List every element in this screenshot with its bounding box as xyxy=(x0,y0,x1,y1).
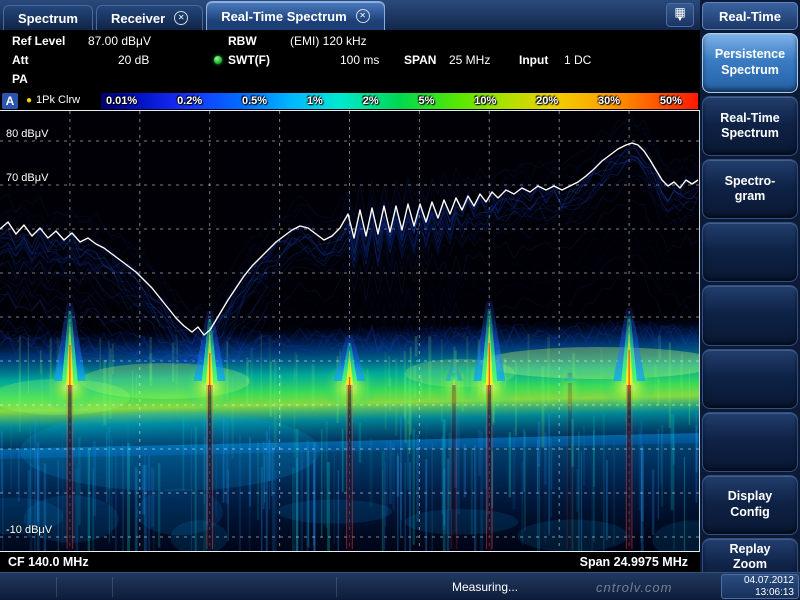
tab-label: Receiver xyxy=(111,11,165,26)
tab-label: Real-Time Spectrum xyxy=(221,9,346,24)
chevron-down-icon: ▼ xyxy=(677,17,684,22)
status-message: Measuring... xyxy=(452,580,518,594)
center-frequency-readout: CF 140.0 MHz xyxy=(8,552,89,572)
preamp-indicator: PA xyxy=(12,72,28,86)
statusbar-separator xyxy=(56,577,57,597)
ref-level-value: 87.00 dBμV xyxy=(88,34,151,48)
scale-tick: 1% xyxy=(307,95,323,107)
y-axis-label: 80 dBμV xyxy=(6,128,48,140)
att-value: 20 dB xyxy=(118,53,149,67)
y-axis-label: -10 dBμV xyxy=(6,524,52,536)
status-bar: Measuring... cntrolv.com 04.07.2012 13:0… xyxy=(0,572,800,600)
scale-tick: 0.5% xyxy=(242,95,267,107)
swt-value: 100 ms xyxy=(340,53,379,67)
scale-tick: 0.01% xyxy=(106,95,137,107)
tab-label: Spectrum xyxy=(18,11,78,26)
statusbar-separator xyxy=(112,577,113,597)
softkey-spectrogram[interactable]: Spectro- gram xyxy=(702,159,798,219)
tab-bar: Spectrum Receiver ✕ Real-Time Spectrum ✕… xyxy=(0,0,702,30)
softkey-realtime-spectrum[interactable]: Real-Time Spectrum xyxy=(702,96,798,156)
span-value: 25 MHz xyxy=(449,53,490,67)
span-readout: Span 24.9975 MHz xyxy=(580,552,688,572)
scale-tick: 2% xyxy=(363,95,379,107)
trace-info: ● 1Pk Clrw xyxy=(26,94,80,106)
instrument-screen: Spectrum Receiver ✕ Real-Time Spectrum ✕… xyxy=(0,0,800,600)
softkey-menu-title: Real-Time xyxy=(702,2,798,30)
window-layout-icon[interactable]: ▦▼ xyxy=(666,3,694,27)
softkey-persistence-spectrum[interactable]: Persistence Spectrum xyxy=(702,33,798,93)
scale-tick: 10% xyxy=(474,95,496,107)
swt-led-icon xyxy=(214,56,222,64)
date-text: 04.07.2012 xyxy=(726,575,794,587)
display-header: A ● 1Pk Clrw 0.01% 0.2% 0.5% 1% 2% 5% 10%… xyxy=(0,92,700,110)
trace-color-icon: ● xyxy=(26,95,32,106)
persistence-color-scale: 0.01% 0.2% 0.5% 1% 2% 5% 10% 20% 30% 50% xyxy=(101,93,698,109)
rbw-value: (EMI) 120 kHz xyxy=(290,34,367,48)
ref-level-label: Ref Level xyxy=(12,34,65,48)
y-axis-label: 70 dBμV xyxy=(6,172,48,184)
window-badge: A xyxy=(2,93,18,109)
scale-tick: 50% xyxy=(660,95,682,107)
frequency-readout-bar: CF 140.0 MHz Span 24.9975 MHz xyxy=(0,552,700,572)
swt-label: SWT(F) xyxy=(228,53,270,67)
settings-bar: Ref Level 87.00 dBμV RBW (EMI) 120 kHz A… xyxy=(0,30,700,92)
scale-tick: 5% xyxy=(418,95,434,107)
att-label: Att xyxy=(12,53,29,67)
statusbar-separator xyxy=(336,577,337,597)
input-value: 1 DC xyxy=(564,53,591,67)
tab-spectrum[interactable]: Spectrum xyxy=(3,5,93,30)
input-label: Input xyxy=(519,53,548,67)
scale-tick: 30% xyxy=(598,95,620,107)
softkey-display-config[interactable]: Display Config xyxy=(702,475,798,535)
replay-zoom-label: Replay Zoom xyxy=(730,542,771,573)
softkey-empty-3 xyxy=(702,349,798,409)
scale-tick: 0.2% xyxy=(177,95,202,107)
softkey-panel: Real-Time Persistence Spectrum Real-Time… xyxy=(700,0,800,600)
spectrum-canvas xyxy=(0,111,699,551)
close-icon[interactable]: ✕ xyxy=(356,9,370,23)
span-label: SPAN xyxy=(404,53,436,67)
softkey-empty-4 xyxy=(702,412,798,472)
rbw-label: RBW xyxy=(228,34,257,48)
time-text: 13:06:13 xyxy=(726,587,794,599)
tab-receiver[interactable]: Receiver ✕ xyxy=(96,5,203,30)
softkey-empty-2 xyxy=(702,285,798,345)
scale-tick: 20% xyxy=(536,95,558,107)
watermark-text: cntrolv.com xyxy=(596,580,673,595)
close-icon[interactable]: ✕ xyxy=(174,11,188,25)
tab-realtime-spectrum[interactable]: Real-Time Spectrum ✕ xyxy=(206,1,384,30)
datetime-display: 04.07.2012 13:06:13 xyxy=(721,574,799,599)
persistence-spectrum-plot: 80 dBμV 70 dBμV -10 dBμV xyxy=(0,110,700,552)
trace-label: 1Pk Clrw xyxy=(36,94,80,106)
softkey-empty-1 xyxy=(702,222,798,282)
measurement-display: A ● 1Pk Clrw 0.01% 0.2% 0.5% 1% 2% 5% 10%… xyxy=(0,92,700,572)
